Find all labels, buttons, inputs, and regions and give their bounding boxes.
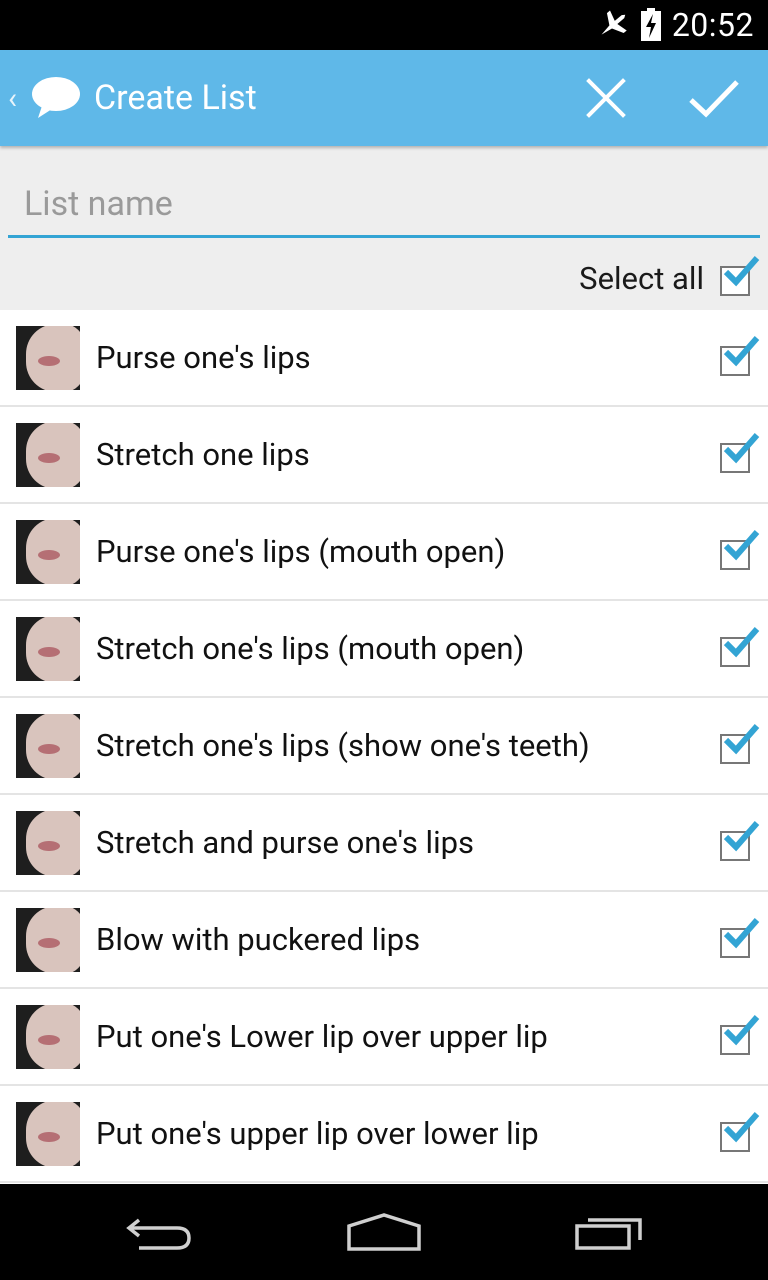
item-label: Stretch one's lips (mouth open) [96,630,525,667]
up-caret-icon[interactable]: ‹ [8,81,24,116]
status-bar: 20:52 [0,0,768,50]
item-checkbox[interactable] [720,723,760,764]
airplane-mode-icon [596,10,630,40]
recent-apps-icon [575,1218,642,1250]
battery-charging-icon [640,8,662,42]
list-item[interactable]: Stretch one lips [0,407,768,504]
list-item[interactable]: Purse one's lips [0,310,768,407]
page-title: Create List [94,78,257,118]
item-checkbox[interactable] [720,820,760,861]
item-checkbox[interactable] [720,432,760,473]
item-label: Stretch and purse one's lips [96,824,475,861]
checkmark-icon [689,80,739,118]
item-label: Put one's upper lip over lower lip [96,1115,539,1152]
exercise-thumbnail [16,810,80,875]
exercise-thumbnail [16,907,80,972]
exercise-thumbnail [16,519,80,584]
item-label: Stretch one lips [96,436,310,473]
item-checkbox[interactable] [720,1111,760,1152]
home-button[interactable] [314,1184,454,1280]
exercise-thumbnail [16,422,80,487]
list-item[interactable]: Stretch one's lips (show one's teeth) [0,698,768,795]
item-label: Purse one's lips (mouth open) [96,533,506,570]
select-all-checkbox[interactable] [720,256,760,296]
list-header: Select all [0,146,768,310]
back-icon [126,1218,191,1250]
item-label: Put one's Lower lip over upper lip [96,1018,548,1055]
item-label: Purse one's lips [96,339,311,376]
item-checkbox[interactable] [720,529,760,570]
item-label: Blow with puckered lips [96,921,421,958]
recent-apps-button[interactable] [540,1184,680,1280]
cancel-button[interactable] [552,50,660,146]
navigation-bar [0,1184,768,1280]
list-item[interactable]: Put one's upper lip over lower lip [0,1086,768,1183]
exercise-thumbnail [16,616,80,681]
home-icon [347,1213,421,1251]
speech-bubble-icon[interactable] [30,74,82,122]
list-item[interactable]: Stretch and purse one's lips [0,795,768,892]
confirm-button[interactable] [660,50,768,146]
exercise-thumbnail [16,325,80,390]
action-bar: ‹ Create List [0,50,768,146]
select-all-label: Select all [579,259,704,297]
list-item[interactable]: Stretch one's lips (mouth open) [0,601,768,698]
exercise-thumbnail [16,713,80,778]
exercise-thumbnail [16,1004,80,1069]
back-button[interactable] [90,1184,230,1280]
exercise-list: Purse one's lips Stretch one lips Purse … [0,310,768,1183]
close-icon [586,78,626,118]
status-time: 20:52 [671,6,754,44]
item-checkbox[interactable] [720,1014,760,1055]
item-label: Stretch one's lips (show one's teeth) [96,727,590,764]
list-item[interactable]: Put one's Lower lip over upper lip [0,989,768,1086]
list-name-input[interactable] [8,182,760,238]
item-checkbox[interactable] [720,626,760,667]
item-checkbox[interactable] [720,917,760,958]
exercise-thumbnail [16,1101,80,1166]
item-checkbox[interactable] [720,335,760,376]
list-item[interactable]: Purse one's lips (mouth open) [0,504,768,601]
select-all-row[interactable]: Select all [579,256,760,300]
list-item[interactable]: Blow with puckered lips [0,892,768,989]
